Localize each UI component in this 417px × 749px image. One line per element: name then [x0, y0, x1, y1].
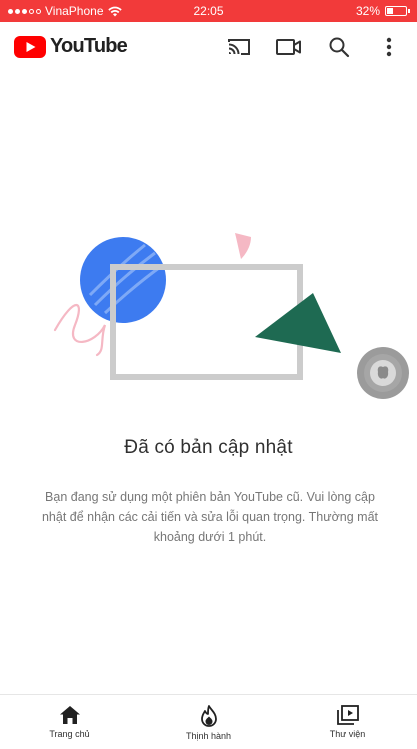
- cast-icon: [228, 39, 250, 55]
- assistive-touch-button: [357, 347, 409, 399]
- battery-percent: 32%: [355, 4, 380, 18]
- update-description: Bạn đang sử dụng một phiên bản YouTube c…: [41, 490, 379, 544]
- update-illustration: [53, 233, 409, 399]
- nav-label-trending: Thịnh hành: [185, 731, 232, 741]
- more-options-button[interactable]: [375, 34, 403, 60]
- pink-wedge: [235, 233, 251, 259]
- status-bar: VinaPhone 22:05 32%: [0, 0, 417, 22]
- library-icon: [336, 705, 359, 725]
- nav-label-library: Thư viện: [329, 729, 366, 739]
- search-icon: [329, 37, 350, 58]
- nav-item-trending[interactable]: Thịnh hành: [139, 695, 278, 749]
- search-button[interactable]: [325, 34, 353, 60]
- camera-icon: [276, 39, 301, 55]
- youtube-play-icon: [14, 35, 46, 58]
- logo-text: YouTube: [50, 35, 128, 57]
- trending-icon: [200, 705, 217, 727]
- app-bar-actions: [225, 34, 403, 60]
- status-time: 22:05: [193, 4, 224, 18]
- upload-video-button[interactable]: [275, 34, 303, 60]
- youtube-logo[interactable]: YouTube: [14, 35, 128, 58]
- nav-label-home: Trang chủ: [49, 729, 90, 739]
- more-vert-icon: [386, 37, 392, 57]
- battery-level: [387, 8, 393, 14]
- app-bar: YouTube: [0, 22, 417, 72]
- battery-icon: [385, 6, 410, 16]
- nav-item-library[interactable]: Thư viện: [278, 695, 417, 749]
- bottom-nav: Trang chủ Thịnh hành Thư viện: [0, 694, 417, 749]
- nav-item-home[interactable]: Trang chủ: [0, 695, 139, 749]
- cast-button[interactable]: [225, 34, 253, 60]
- status-right: 32%: [355, 0, 410, 22]
- home-icon: [59, 706, 80, 724]
- update-title: Đã có bản cập nhật: [124, 437, 293, 458]
